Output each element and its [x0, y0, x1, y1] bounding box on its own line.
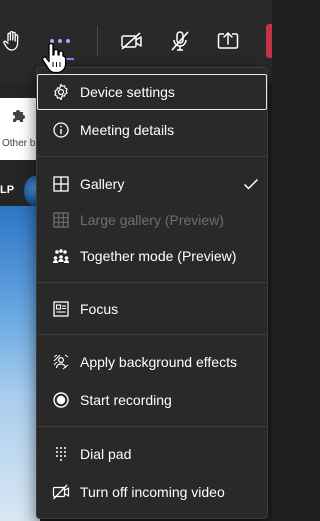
puzzle-icon — [11, 108, 25, 127]
video-off-icon — [121, 32, 142, 50]
share-screen-icon — [217, 32, 239, 49]
menu-item-label: Dial pad — [80, 446, 132, 462]
menu-item-label: Gallery — [80, 176, 125, 192]
menu-item-gallery[interactable]: Gallery — [37, 166, 267, 202]
menu-item-background-effects[interactable]: Apply background effects — [37, 344, 267, 380]
people-group-icon — [53, 249, 69, 263]
menu-item-focus[interactable]: Focus — [37, 291, 267, 327]
menu-item-label: Apply background effects — [80, 354, 237, 370]
raise-hand-button[interactable] — [0, 24, 29, 58]
dial-pad-icon — [56, 447, 66, 461]
info-icon — [53, 122, 69, 138]
menu-item-label: Device settings — [80, 84, 175, 100]
menu-item-start-recording[interactable]: Start recording — [37, 382, 267, 418]
video-tile — [0, 206, 40, 521]
menu-item-together-mode[interactable]: Together mode (Preview) — [37, 238, 267, 274]
mic-off-icon — [171, 31, 189, 51]
menu-item-label: Start recording — [80, 392, 172, 408]
menu-item-label: Meeting details — [80, 122, 175, 138]
hand-icon — [3, 31, 19, 51]
menu-divider — [37, 334, 267, 335]
more-actions-menu: Device settings Meeting details Gallery — [36, 67, 268, 519]
toolbar-divider — [97, 26, 98, 56]
record-icon — [53, 392, 69, 408]
hand-cursor-icon — [42, 42, 67, 74]
menu-item-label: Together mode (Preview) — [80, 248, 237, 264]
camera-toggle-button[interactable] — [115, 24, 149, 58]
meeting-window: Other b LP Device settings Meeting detai… — [0, 0, 272, 521]
menu-item-label: Focus — [80, 301, 119, 317]
grid-icon — [53, 176, 69, 192]
background-card[interactable]: Other b — [0, 98, 40, 160]
leave-button[interactable] — [266, 24, 272, 58]
menu-divider — [37, 282, 267, 283]
menu-item-large-gallery[interactable]: Large gallery (Preview) — [37, 202, 267, 238]
menu-item-device-settings[interactable]: Device settings — [37, 74, 267, 110]
grid-icon — [53, 212, 69, 228]
menu-item-dial-pad[interactable]: Dial pad — [37, 436, 267, 472]
menu-item-label: Turn off incoming video — [80, 484, 225, 500]
background-card-text: Other b — [2, 138, 36, 149]
menu-item-meeting-details[interactable]: Meeting details — [37, 112, 267, 148]
focus-icon — [53, 301, 69, 317]
menu-item-turn-off-incoming-video[interactable]: Turn off incoming video — [37, 474, 267, 510]
gear-icon — [54, 83, 68, 101]
mic-toggle-button[interactable] — [163, 24, 197, 58]
participant-initials: LP — [0, 184, 15, 196]
share-button[interactable] — [211, 24, 245, 58]
menu-item-label: Large gallery (Preview) — [80, 212, 224, 228]
background-effects-icon — [53, 354, 69, 370]
menu-divider — [37, 426, 267, 427]
menu-divider — [37, 156, 267, 157]
checkmark-icon — [243, 178, 259, 190]
video-off-icon — [52, 484, 70, 500]
